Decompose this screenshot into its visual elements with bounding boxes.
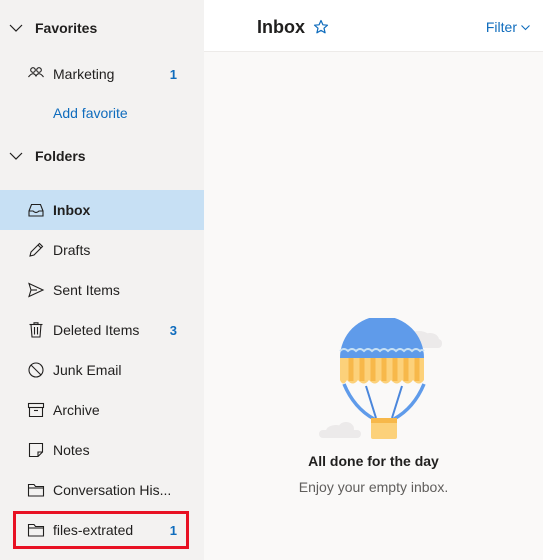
chevron-down-icon (9, 152, 23, 160)
folder-label: Deleted Items (53, 322, 140, 338)
folder-label: Junk Email (53, 362, 122, 378)
empty-state-title: All done for the day (308, 453, 439, 469)
trash-icon (29, 322, 43, 338)
highlight-box (13, 511, 189, 549)
page-title: Inbox (257, 17, 305, 37)
folder-label: Notes (53, 442, 90, 458)
folder-pane: Favorites Marketing 1 Add favorite Folde… (0, 0, 204, 560)
unread-count: 3 (169, 322, 177, 338)
folder-item-sent-items[interactable]: Sent Items (0, 270, 204, 310)
folders-header-label: Folders (35, 148, 86, 164)
folders-header[interactable]: Folders (0, 138, 204, 174)
message-list-header: Inbox Filter (204, 0, 543, 52)
pencil-icon (29, 242, 44, 257)
folder-item-archive[interactable]: Archive (0, 390, 204, 430)
hot-air-balloon-illustration (319, 318, 442, 439)
chevron-down-icon (9, 24, 23, 32)
inbox-icon (28, 203, 44, 217)
folder-label: Drafts (53, 242, 91, 258)
unread-count: 1 (169, 66, 177, 82)
folder-label: Inbox (53, 202, 91, 218)
folder-item-deleted-items[interactable]: Deleted Items 3 (0, 310, 204, 350)
folder-item-junk-email[interactable]: Junk Email (0, 350, 204, 390)
folder-item-inbox[interactable]: Inbox (0, 190, 204, 230)
favorites-header-label: Favorites (35, 20, 98, 36)
archive-icon (27, 402, 45, 418)
add-favorite-link[interactable]: Add favorite (53, 105, 128, 121)
block-icon (28, 362, 44, 378)
message-list-pane: Inbox Filter All done for the day Enjoy … (204, 0, 543, 560)
favorite-item-label: Marketing (53, 66, 115, 82)
favorite-item-marketing[interactable]: Marketing 1 (0, 54, 204, 94)
note-icon (28, 442, 44, 458)
star-icon[interactable] (313, 19, 329, 35)
favorites-header[interactable]: Favorites (0, 10, 204, 46)
folder-item-conversation-history[interactable]: Conversation His... (0, 470, 204, 510)
folder-label: Conversation His... (53, 482, 172, 498)
cloud-icon (319, 422, 361, 438)
send-icon (28, 282, 45, 298)
folder-item-drafts[interactable]: Drafts (0, 230, 204, 270)
empty-state-subtitle: Enjoy your empty inbox. (298, 479, 449, 495)
people-icon (28, 67, 44, 78)
folder-icon (27, 483, 45, 497)
folder-label: Sent Items (53, 282, 120, 298)
filter-button[interactable]: Filter (486, 19, 531, 35)
folder-item-notes[interactable]: Notes (0, 430, 204, 470)
folder-label: Archive (53, 402, 100, 418)
filter-label: Filter (485, 19, 517, 35)
chevron-down-icon (521, 24, 530, 30)
